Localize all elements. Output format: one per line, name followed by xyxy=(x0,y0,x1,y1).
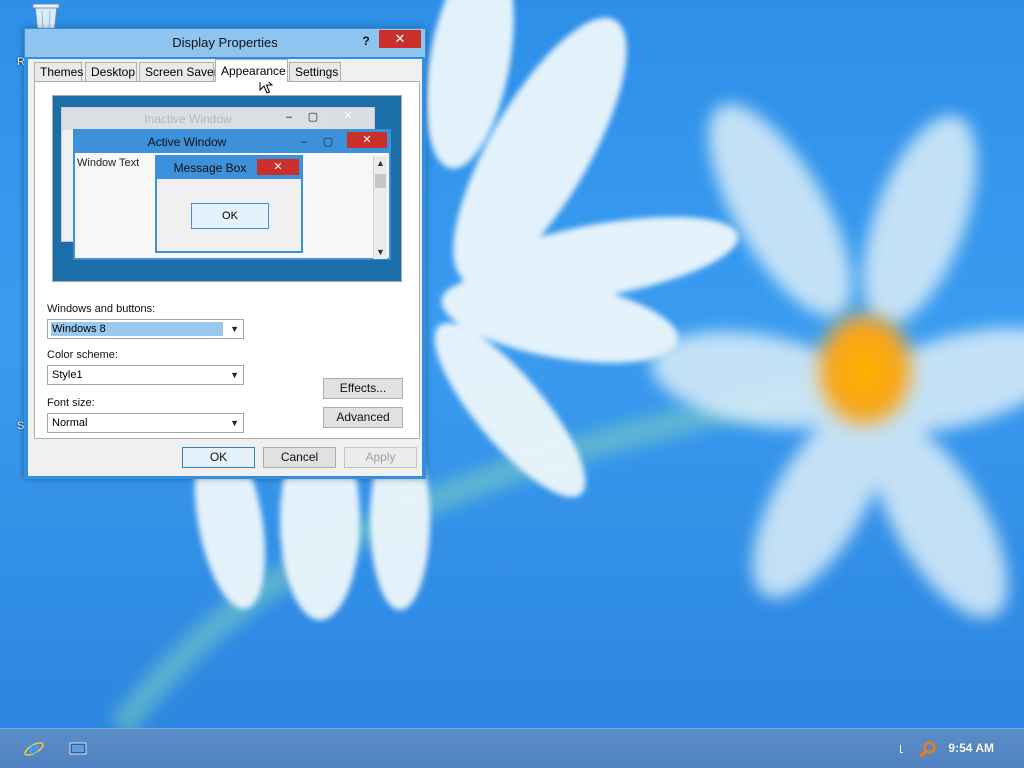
dialog-client-area: Themes Desktop Screen Saver Appearance S… xyxy=(28,59,422,476)
font-size-select[interactable]: Normal ▼ xyxy=(47,413,244,433)
display-properties-dialog: Display Properties ? ✕ Themes Desktop Sc… xyxy=(24,28,426,479)
scrollbar-preview: ▲ ▼ xyxy=(373,156,387,259)
active-window-preview: Active Window – ▢ ✕ Window Text ▲ ▼ Mess… xyxy=(73,129,391,260)
internet-explorer-icon[interactable]: e xyxy=(20,735,48,763)
color-scheme-value: Style1 xyxy=(52,369,83,381)
tab-appearance[interactable]: Appearance xyxy=(215,59,288,82)
font-size-value: Normal xyxy=(52,417,88,429)
effects-button[interactable]: Effects... xyxy=(323,378,403,399)
windows-and-buttons-value: Windows 8 xyxy=(51,322,223,336)
tab-themes[interactable]: Themes xyxy=(34,62,83,81)
clock[interactable]: 9:54 AM xyxy=(948,741,994,755)
minimize-icon: – xyxy=(300,136,308,148)
close-icon: ✕ xyxy=(347,132,387,148)
minimize-icon: – xyxy=(285,111,293,123)
scroll-thumb xyxy=(375,174,386,188)
windows-and-buttons-select[interactable]: Windows 8 ▼ xyxy=(47,319,244,339)
maximize-icon: ▢ xyxy=(322,136,334,148)
cancel-button[interactable]: Cancel xyxy=(263,447,336,468)
advanced-button[interactable]: Advanced xyxy=(323,407,403,428)
scroll-down-icon: ▼ xyxy=(376,247,385,257)
message-box-preview: Message Box ✕ OK xyxy=(155,155,303,253)
help-button[interactable]: ? xyxy=(355,31,377,51)
scroll-up-icon: ▲ xyxy=(376,158,385,168)
windows-and-buttons-label: Windows and buttons: xyxy=(47,303,156,315)
tab-desktop[interactable]: Desktop xyxy=(85,62,137,81)
maximize-icon: ▢ xyxy=(307,111,319,123)
appearance-preview: Inactive Window – ▢ ✕ Active Window – ▢ … xyxy=(52,95,402,282)
tab-settings[interactable]: Settings xyxy=(289,62,341,81)
chevron-down-icon: ▼ xyxy=(230,324,239,334)
close-icon: ✕ xyxy=(328,108,368,124)
show-desktop-icon[interactable] xyxy=(64,735,92,763)
window-text-sample: Window Text xyxy=(77,157,140,169)
close-button[interactable]: ✕ xyxy=(379,30,421,48)
message-box-ok-button: OK xyxy=(191,203,269,229)
taskbar: e 9:54 AM xyxy=(0,728,1024,768)
ok-button[interactable]: OK xyxy=(182,447,255,468)
chevron-down-icon: ▼ xyxy=(230,370,239,380)
active-window-title: Active Window xyxy=(75,131,389,153)
search-icon[interactable] xyxy=(914,735,942,763)
color-scheme-label: Color scheme: xyxy=(47,349,118,361)
close-icon: ✕ xyxy=(257,159,299,175)
chevron-down-icon: ▼ xyxy=(230,418,239,428)
font-size-label: Font size: xyxy=(47,397,95,409)
appearance-panel: Inactive Window – ▢ ✕ Active Window – ▢ … xyxy=(34,81,420,439)
color-scheme-select[interactable]: Style1 ▼ xyxy=(47,365,244,385)
tray-overflow-icon[interactable] xyxy=(900,745,903,753)
apply-button[interactable]: Apply xyxy=(344,447,417,468)
svg-text:e: e xyxy=(29,739,40,759)
tab-screen-saver[interactable]: Screen Saver xyxy=(139,62,218,81)
